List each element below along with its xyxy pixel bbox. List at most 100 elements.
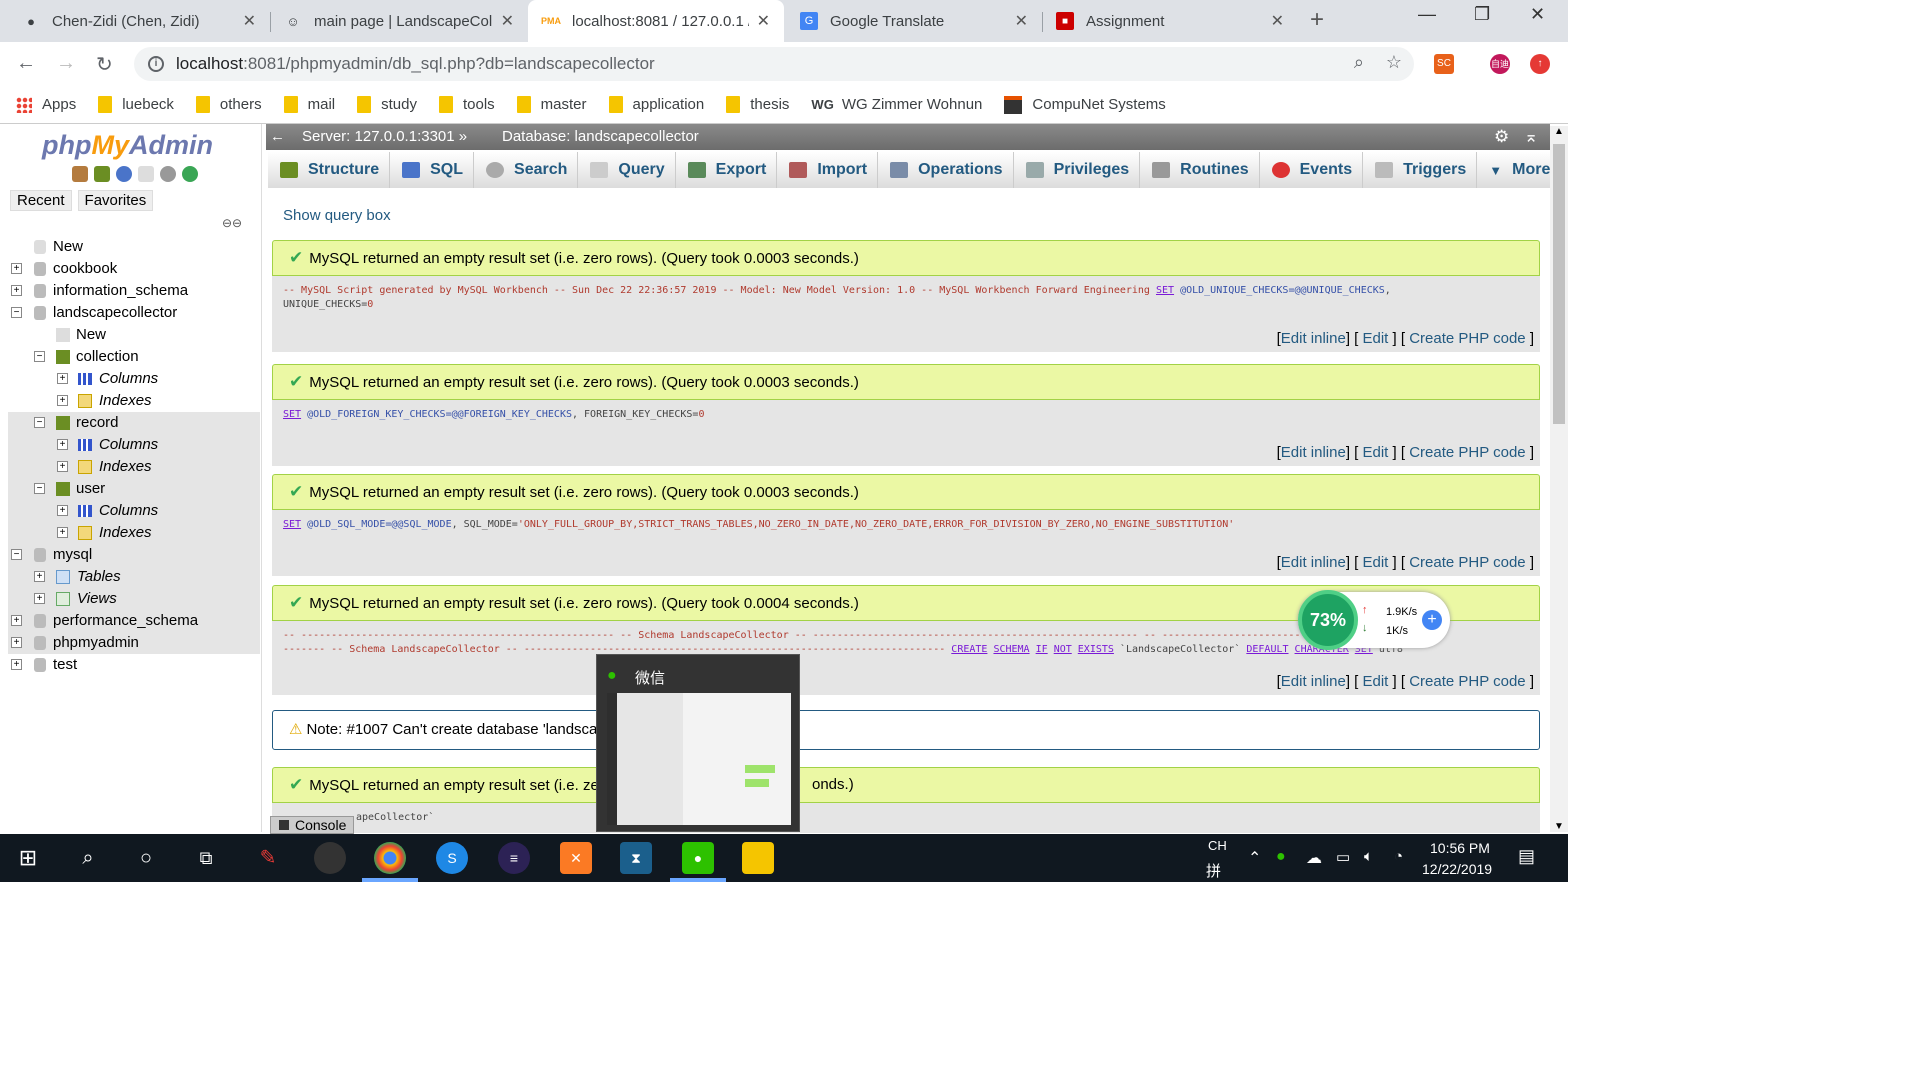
collapse-nav-icon[interactable]: ← [270,124,285,150]
close-tab-icon[interactable]: ✕ [757,11,770,31]
exit-icon[interactable] [94,166,110,182]
bookmark-mail[interactable]: mail [283,96,335,113]
xampp-icon[interactable]: ✕ [560,842,592,874]
tab-export[interactable]: Export [675,152,778,188]
search-icon[interactable]: ⌕ [72,842,104,874]
paint-icon[interactable]: ✎ [252,842,284,874]
edit-link[interactable]: Edit [1362,330,1388,347]
bookmark-star-icon[interactable]: ☆ [1386,52,1402,73]
back-icon[interactable]: ← [16,52,36,75]
tab-query[interactable]: Query [578,152,676,188]
browser-tab-assignment[interactable]: ■ Assignment ✕ [1042,0,1298,42]
page-scrollbar[interactable]: ▲ ▼ [1550,126,1568,832]
create-php-code-link[interactable]: Create PHP code [1409,673,1525,690]
edit-inline-link[interactable]: Edit inline [1281,444,1346,461]
add-icon[interactable]: + [1422,610,1442,630]
close-tab-icon[interactable]: ✕ [501,11,514,31]
wechat-tray-icon[interactable]: ● [1276,848,1286,866]
browser-tab-main-page[interactable]: ☺ main page | LandscapeColle ✕ [270,0,528,42]
tree-item-performance-schema[interactable]: + performance_schema [8,610,258,632]
tree-item-indexes[interactable]: + Indexes [8,456,258,478]
bookmark-wg-zimmer[interactable]: WG WG Zimmer Wohnun [811,96,982,113]
settings-icon[interactable] [160,166,176,182]
wifi-icon[interactable]: ◔ [1394,848,1403,865]
tab-import[interactable]: Import [777,152,879,188]
bookmark-study[interactable]: study [357,96,417,113]
edit-link[interactable]: Edit [1362,444,1388,461]
bookmark-apps[interactable]: Apps [16,96,76,113]
tree-item-views[interactable]: + Views [8,588,258,610]
help-icon[interactable] [116,166,132,182]
create-php-code-link[interactable]: Create PHP code [1409,554,1525,571]
forward-icon[interactable]: → [56,52,76,75]
onedrive-icon[interactable]: ☁ [1306,848,1322,868]
tab-structure[interactable]: Structure [268,152,391,188]
tree-item-mysql[interactable]: − mysql [8,544,258,566]
browser-tab-github[interactable]: ● Chen-Zidi (Chen, Zidi) ✕ [8,0,270,42]
bookmark-master[interactable]: master [516,96,587,113]
obs-icon[interactable] [314,842,346,874]
restore-icon[interactable]: ❐ [1474,4,1490,25]
refresh-icon[interactable] [182,166,198,182]
edit-inline-link[interactable]: Edit inline [1281,554,1346,571]
tab-routines[interactable]: Routines [1140,152,1260,188]
tree-item-new-table[interactable]: New [8,324,258,346]
bookmark-thesis[interactable]: thesis [726,96,789,113]
edit-link[interactable]: Edit [1362,554,1388,571]
tree-item-tables[interactable]: + Tables [8,566,258,588]
cortana-icon[interactable]: ○ [130,842,162,874]
browser-tab-phpmyadmin[interactable]: PMA localhost:8081 / 127.0.0.1 / ✕ [528,0,784,42]
tab-sql[interactable]: SQL [390,152,475,188]
edit-link[interactable]: Edit [1362,673,1388,690]
edit-inline-link[interactable]: Edit inline [1281,673,1346,690]
battery-icon[interactable]: ▭ [1336,848,1350,866]
tab-search[interactable]: Search [474,152,579,188]
tree-item-landscapecollector[interactable]: − landscapecollector [8,302,258,324]
clock-date[interactable]: 12/22/2019 [1422,861,1492,877]
tab-triggers[interactable]: Triggers [1363,152,1478,188]
wechat-taskbar-preview[interactable]: ● 微信 [596,654,800,832]
docs-icon[interactable] [138,166,154,182]
close-tab-icon[interactable]: ✕ [243,11,256,31]
tree-item-user[interactable]: − user [8,478,258,500]
bookmark-compunet[interactable]: CompuNet Systems [1004,95,1166,114]
tree-item-record[interactable]: − record [8,412,258,434]
bookmark-luebeck[interactable]: luebeck [98,96,174,113]
breadcrumb-server[interactable]: Server: 127.0.0.1:3301 » [302,124,467,150]
s-app-icon[interactable]: S [436,842,468,874]
tab-privileges[interactable]: Privileges [1013,152,1141,188]
tree-item-columns[interactable]: + Columns [8,434,258,456]
browser-tab-google-translate[interactable]: G Google Translate ✕ [786,0,1042,42]
link-icon[interactable]: ⊖⊖ [222,216,242,230]
input-language[interactable]: CH [1208,838,1227,853]
clock-time[interactable]: 10:56 PM [1430,840,1490,856]
close-window-icon[interactable]: ✕ [1530,4,1545,25]
update-icon[interactable]: ↑ [1530,54,1550,74]
chrome-icon[interactable] [374,842,406,874]
bookmark-application[interactable]: application [608,96,704,113]
tree-item-information-schema[interactable]: + information_schema [8,280,258,302]
bookmark-tools[interactable]: tools [438,96,495,113]
show-query-box-link[interactable]: Show query box [283,207,391,224]
info-icon[interactable]: i [148,56,164,72]
tab-events[interactable]: Events [1259,152,1364,188]
volume-icon[interactable]: 🔈︎ [1364,848,1373,865]
edit-inline-link[interactable]: Edit inline [1281,330,1346,347]
network-speed-widget[interactable]: 73% ↑ 1.9K/s ↓ 1K/s + [1298,590,1450,650]
create-php-code-link[interactable]: Create PHP code [1409,444,1525,461]
mysql-workbench-icon[interactable]: ⧗ [620,842,652,874]
tree-item-indexes[interactable]: + Indexes [8,522,258,544]
address-bar[interactable]: i localhost:8081/phpmyadmin/db_sql.php?d… [134,47,1414,81]
tree-item-indexes[interactable]: + Indexes [8,390,258,412]
reload-icon[interactable]: ↻ [96,52,113,77]
recent-tab[interactable]: Recent [10,190,72,211]
ime-mode[interactable]: 拼 [1206,860,1221,881]
create-php-code-link[interactable]: Create PHP code [1409,330,1525,347]
breadcrumb-database[interactable]: Database: landscapecollector [502,124,699,150]
sc-extension-icon[interactable]: SC [1434,54,1454,74]
tree-item-phpmyadmin[interactable]: + phpmyadmin [8,632,258,654]
tree-item-columns[interactable]: + Columns [8,368,258,390]
home-icon[interactable] [72,166,88,182]
bookmark-others[interactable]: others [195,96,262,113]
eclipse-icon[interactable]: ≡ [498,842,530,874]
